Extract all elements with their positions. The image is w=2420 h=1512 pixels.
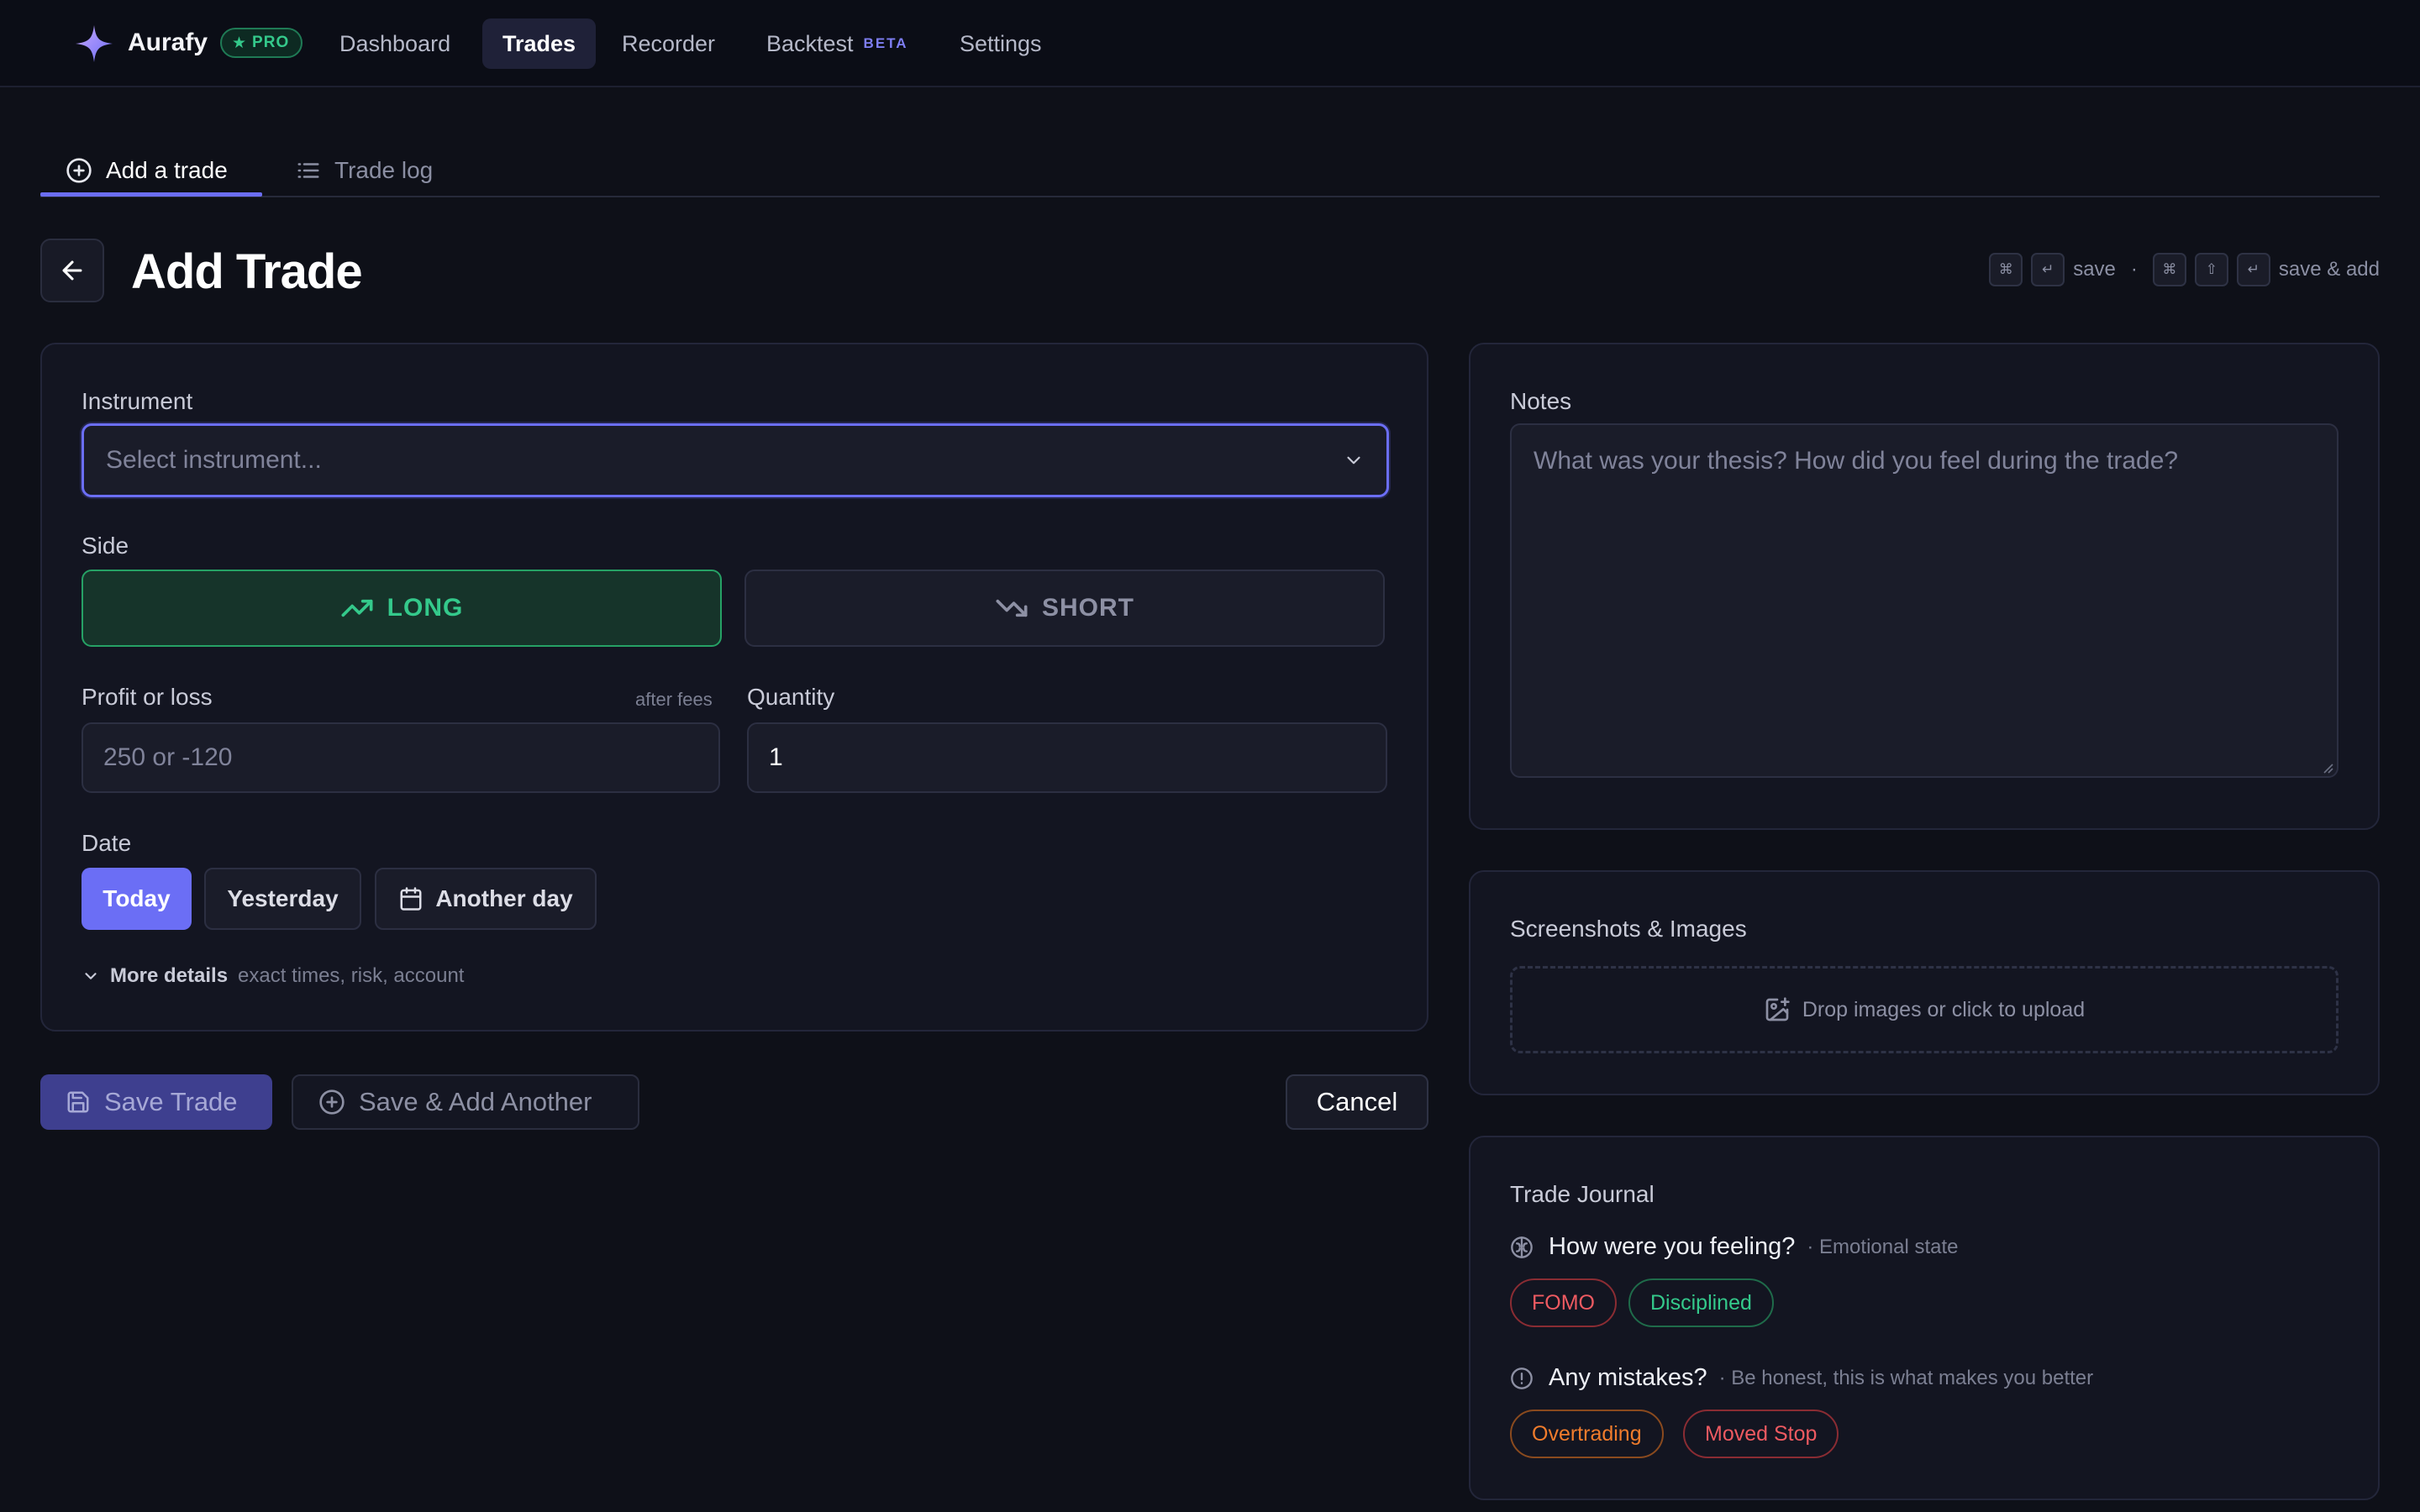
chip-disciplined[interactable]: Disciplined: [1628, 1278, 1774, 1327]
back-button[interactable]: [40, 239, 104, 302]
trending-down-icon: [996, 599, 1028, 617]
shortcut-save-label: save: [2073, 258, 2116, 281]
images-label: Screenshots & Images: [1510, 916, 1747, 942]
pro-badge: ★ PRO: [220, 28, 303, 58]
pnl-input[interactable]: 250 or -120: [82, 722, 720, 793]
instrument-label: Instrument: [82, 388, 193, 414]
feeling-question: How were you feeling?: [1549, 1233, 1796, 1260]
nav-backtest[interactable]: Backtest BETA: [746, 18, 929, 69]
chip-moved-stop[interactable]: Moved Stop: [1683, 1410, 1839, 1458]
cancel-button[interactable]: Cancel: [1286, 1074, 1428, 1130]
plus-circle-icon: [66, 158, 92, 183]
side-long-button[interactable]: LONG: [82, 570, 722, 647]
nav-trades[interactable]: Trades: [482, 18, 597, 69]
quantity-input[interactable]: 1: [747, 722, 1387, 793]
enter-key: ↵: [2236, 253, 2270, 286]
date-label: Date: [82, 830, 132, 856]
shift-key: ⇧: [2194, 253, 2228, 286]
journal-label: Trade Journal: [1510, 1181, 1655, 1207]
mistakes-question-row: Any mistakes? · Be honest, this is what …: [1510, 1364, 2093, 1392]
feeling-question-row: How were you feeling? · Emotional state: [1510, 1233, 1958, 1261]
instrument-placeholder: Select instrument...: [106, 446, 322, 474]
nav-recorder[interactable]: Recorder: [602, 18, 735, 69]
side-label: Side: [82, 533, 129, 559]
nav-dashboard[interactable]: Dashboard: [319, 18, 471, 69]
mistakes-hint: · Be honest, this is what makes you bett…: [1718, 1366, 2094, 1389]
chevron-down-icon: [85, 973, 97, 979]
notes-textarea[interactable]: What was your thesis? How did you feel d…: [1510, 423, 2338, 778]
tab-trade-log[interactable]: Trade log: [271, 144, 458, 197]
pnl-hint: after fees: [635, 689, 713, 710]
nav-settings[interactable]: Settings: [939, 18, 1062, 69]
arrow-left-icon: [62, 260, 82, 281]
image-dropzone[interactable]: Drop images or click to upload: [1510, 966, 2338, 1053]
page-title: Add Trade: [131, 244, 363, 299]
chevron-down-icon: [1347, 456, 1360, 465]
instrument-select[interactable]: Select instrument...: [82, 423, 1389, 497]
enter-key: ↵: [2031, 253, 2065, 286]
trending-up-icon: [341, 599, 373, 617]
resize-handle-icon[interactable]: [2321, 761, 2334, 774]
list-icon: [297, 163, 319, 178]
quantity-label: Quantity: [747, 684, 835, 710]
feeling-hint: · Emotional state: [1807, 1235, 1959, 1258]
alert-circle-icon: [1511, 1367, 1533, 1389]
save-icon: [67, 1091, 89, 1113]
beta-badge: BETA: [863, 35, 908, 51]
shortcut-save-add-label: save & add: [2278, 258, 2380, 281]
date-yesterday-button[interactable]: Yesterday: [204, 868, 361, 930]
more-details-label: More details: [110, 964, 229, 987]
sparkle-logo-icon[interactable]: [74, 24, 114, 64]
date-another-day-button[interactable]: Another day: [375, 868, 597, 930]
date-today-button[interactable]: Today: [82, 868, 192, 930]
calendar-icon: [400, 887, 422, 911]
more-details-hint: exact times, risk, account: [238, 964, 465, 987]
chip-overtrading[interactable]: Overtrading: [1510, 1410, 1664, 1458]
chip-fomo[interactable]: FOMO: [1510, 1278, 1617, 1327]
image-plus-icon: [1765, 997, 1790, 1021]
command-key: ⌘: [1989, 253, 2023, 286]
command-key: ⌘: [2152, 253, 2186, 286]
save-trade-button[interactable]: Save Trade: [40, 1074, 272, 1130]
plus-circle-icon: [319, 1089, 345, 1115]
pnl-label: Profit or loss: [82, 684, 213, 710]
keyboard-shortcuts: ⌘ ↵ save · ⌘ ⇧ ↵ save & add: [1989, 253, 2380, 286]
tab-add-trade[interactable]: Add a trade: [40, 144, 253, 197]
notes-label: Notes: [1510, 388, 1572, 414]
active-tab-indicator: [40, 192, 262, 197]
brain-icon: [1511, 1236, 1533, 1258]
mistakes-question: Any mistakes?: [1549, 1364, 1707, 1391]
star-icon: ★: [232, 34, 248, 52]
shortcut-separator: ·: [2130, 258, 2138, 281]
more-details-toggle[interactable]: More details exact times, risk, account: [82, 964, 464, 988]
side-short-button[interactable]: SHORT: [744, 570, 1385, 647]
save-add-another-button[interactable]: Save & Add Another: [292, 1074, 639, 1130]
brand-name[interactable]: Aurafy: [128, 29, 208, 57]
